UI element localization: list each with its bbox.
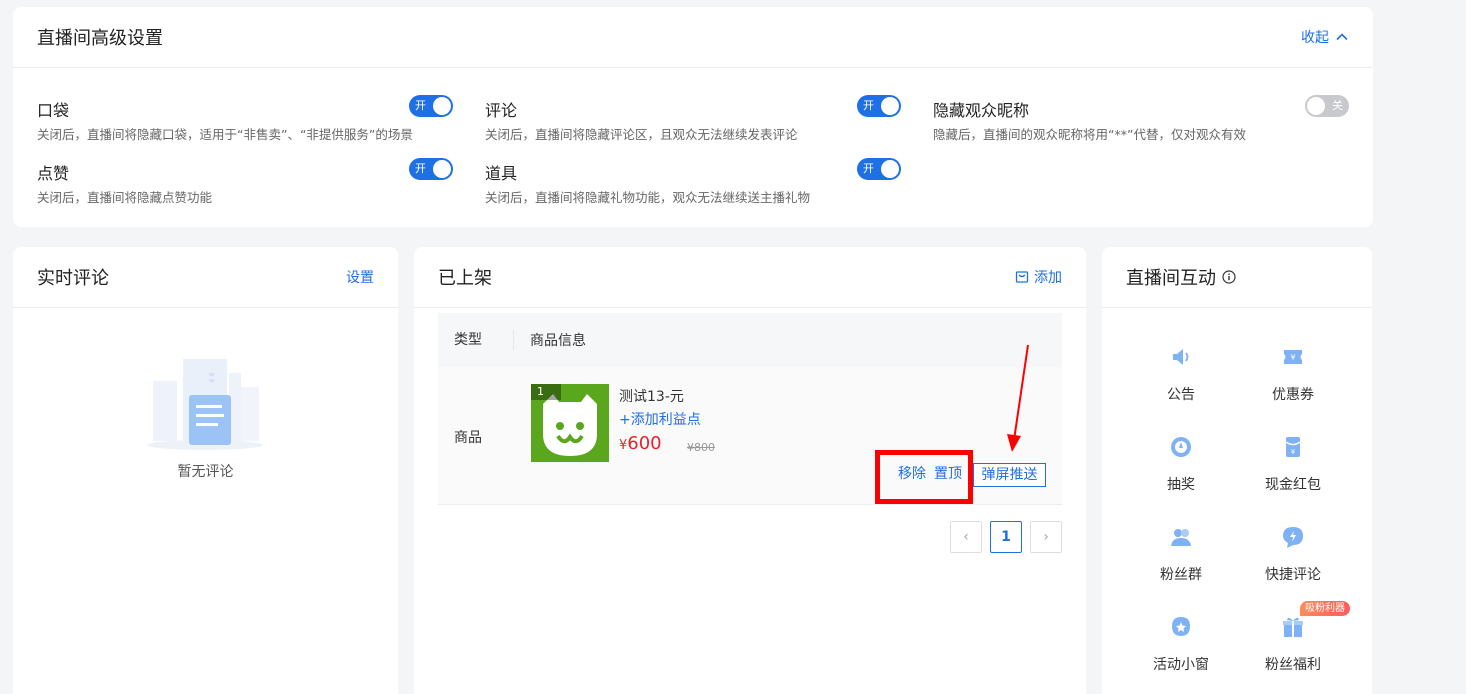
product-index: 1 <box>531 384 561 400</box>
chevron-up-icon <box>1336 33 1348 41</box>
activity-window-item[interactable]: 活动小窗 <box>1125 614 1237 674</box>
item-label: 快捷评论 <box>1265 567 1321 583</box>
fan-group-icon <box>1171 529 1191 546</box>
setting-desc: 关闭后，直播间将隐藏评论区，且观众无法继续发表评论 <box>485 127 798 142</box>
coupon-icon: ¥ <box>1284 350 1302 364</box>
svg-text:¥: ¥ <box>1291 448 1296 456</box>
highlight-box <box>875 450 973 504</box>
product-thumbnail: 1 <box>531 384 609 462</box>
lottery-icon <box>1171 437 1191 457</box>
listed-header: 已上架 添加 <box>414 247 1086 308</box>
like-toggle[interactable]: 开 <box>409 158 453 180</box>
annotation-arrow-icon <box>1007 344 1029 452</box>
table-row: 商品 1 测试13-元 +添加利益点 ¥600 ¥800 移除 置顶 弹屏推送 <box>438 367 1062 505</box>
listed-title: 已上架 <box>438 268 492 289</box>
item-label: 公告 <box>1167 387 1195 403</box>
setting-name: 点赞 <box>37 164 70 183</box>
setting-desc: 隐藏后，直播间的观众昵称将用“**”代替，仅对观众有效 <box>933 127 1246 142</box>
activity-window-icon <box>1172 617 1190 636</box>
comments-header: 实时评论 设置 <box>13 247 398 308</box>
speaker-icon <box>1173 349 1189 365</box>
add-label: 添加 <box>1034 270 1062 286</box>
item-label: 粉丝福利 <box>1265 657 1321 673</box>
column-info: 商品信息 <box>530 333 586 349</box>
original-price: ¥800 <box>687 441 715 454</box>
svg-text:¥: ¥ <box>1290 353 1295 362</box>
info-icon[interactable] <box>1222 270 1236 284</box>
toggle-label: 开 <box>863 99 874 112</box>
column-type: 类型 <box>438 330 514 350</box>
table-header: 类型 商品信息 <box>438 313 1062 367</box>
pocket-toggle[interactable]: 开 <box>409 95 453 117</box>
price-value: 600 <box>627 433 662 454</box>
toggle-label: 开 <box>415 162 426 175</box>
add-benefit-link[interactable]: +添加利益点 <box>619 409 701 429</box>
prev-page-button[interactable]: ‹ <box>950 521 982 553</box>
setting-props: 道具 关闭后，直播间将隐藏礼物功能，观众无法继续送主播礼物 开 <box>485 158 901 206</box>
next-page-button[interactable]: › <box>1030 521 1062 553</box>
coupon-item[interactable]: ¥ 优惠券 <box>1237 344 1349 404</box>
interaction-title-text: 直播间互动 <box>1126 268 1216 289</box>
toggle-label: 开 <box>415 99 426 112</box>
fan-group-item[interactable]: 粉丝群 <box>1125 524 1237 584</box>
setting-desc: 关闭后，直播间将隐藏口袋，适用于“非售卖”、“非提供服务”的场景 <box>37 127 413 142</box>
setting-comments: 评论 关闭后，直播间将隐藏评论区，且观众无法继续发表评论 开 <box>485 95 901 143</box>
setting-hide-nickname: 隐藏观众昵称 隐藏后，直播间的观众昵称将用“**”代替，仅对观众有效 关 <box>933 95 1349 143</box>
interaction-title: 直播间互动 <box>1126 264 1236 290</box>
toggle-knob <box>881 97 899 115</box>
hot-tag-badge: 吸粉利器 <box>1300 601 1350 616</box>
product-table: 类型 商品信息 商品 1 测试13-元 +添加利益点 ¥600 ¥800 移除 <box>438 313 1062 505</box>
advanced-settings-card: 直播间高级设置 收起 口袋 关闭后，直播间将隐藏口袋，适用于“非售卖”、“非提供… <box>13 7 1373 227</box>
hide-nickname-toggle[interactable]: 关 <box>1305 95 1349 117</box>
comments-settings-link[interactable]: 设置 <box>346 267 374 287</box>
setting-desc: 关闭后，直播间将隐藏礼物功能，观众无法继续送主播礼物 <box>485 190 811 205</box>
setting-pocket: 口袋 关闭后，直播间将隐藏口袋，适用于“非售卖”、“非提供服务”的场景 开 <box>37 95 453 143</box>
lottery-item[interactable]: 抽奖 <box>1125 434 1237 494</box>
add-product-button[interactable]: 添加 <box>1015 267 1062 287</box>
setting-name: 隐藏观众昵称 <box>933 101 1030 120</box>
quick-comment-icon <box>1283 527 1303 548</box>
item-label: 粉丝群 <box>1160 567 1202 583</box>
advanced-settings-header: 直播间高级设置 收起 <box>13 7 1373 68</box>
red-packet-icon: ¥ <box>1285 437 1301 457</box>
toggle-label: 开 <box>863 162 874 175</box>
item-label: 优惠券 <box>1272 387 1314 403</box>
realtime-comments-card: 实时评论 设置 暂无评论 <box>13 247 398 694</box>
red-packet-item[interactable]: ¥ 现金红包 <box>1237 434 1349 494</box>
empty-comments-text: 暂无评论 <box>177 464 234 480</box>
toggle-knob <box>433 160 451 178</box>
product-name: 测试13-元 <box>619 389 684 405</box>
item-label: 活动小窗 <box>1153 657 1209 673</box>
empty-illustration-icon <box>143 351 267 451</box>
interaction-card: 直播间互动 公告 ¥ 优惠券 抽奖 ¥ 现金红包 粉丝群 快捷评论 活动小窗 粉… <box>1102 247 1372 694</box>
announcement-item[interactable]: 公告 <box>1125 344 1237 404</box>
product-price: ¥600 <box>619 433 662 454</box>
gift-icon <box>1283 617 1303 637</box>
setting-name: 评论 <box>485 101 518 120</box>
toggle-knob <box>1307 97 1325 115</box>
quick-comment-item[interactable]: 快捷评论 <box>1237 524 1349 584</box>
advanced-settings-title: 直播间高级设置 <box>37 28 163 49</box>
setting-desc: 关闭后，直播间将隐藏点赞功能 <box>37 190 213 205</box>
comments-title: 实时评论 <box>37 268 109 289</box>
page-1-button[interactable]: 1 <box>990 521 1022 553</box>
fan-benefit-item[interactable]: 粉丝福利 <box>1237 614 1349 674</box>
item-label: 现金红包 <box>1265 477 1321 493</box>
toggle-label: 关 <box>1332 99 1343 112</box>
setting-like: 点赞 关闭后，直播间将隐藏点赞功能 开 <box>37 158 453 206</box>
row-type: 商品 <box>454 430 482 446</box>
cart-icon <box>1015 271 1029 283</box>
listed-products-card: 已上架 添加 类型 商品信息 商品 1 测试13-元 +添加利益点 ¥600 ¥… <box>414 247 1086 694</box>
item-label: 抽奖 <box>1167 477 1195 493</box>
toggle-knob <box>433 97 451 115</box>
collapse-label: 收起 <box>1301 30 1329 46</box>
setting-name: 道具 <box>485 164 518 183</box>
interaction-header: 直播间互动 <box>1102 247 1372 308</box>
props-toggle[interactable]: 开 <box>857 158 901 180</box>
comments-toggle[interactable]: 开 <box>857 95 901 117</box>
setting-name: 口袋 <box>37 101 70 120</box>
collapse-button[interactable]: 收起 <box>1301 27 1349 47</box>
toggle-knob <box>881 160 899 178</box>
